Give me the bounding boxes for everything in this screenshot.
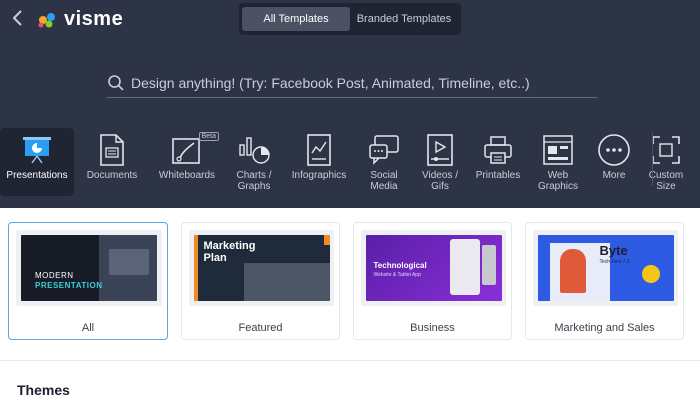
thumb-subtitle: Website & Tablet App [373,272,421,278]
category-divider [652,132,653,186]
category-social-media[interactable]: Social Media [354,128,414,196]
search-input[interactable]: Design anything! (Try: Facebook Post, An… [107,68,597,98]
document-icon [98,130,126,170]
branded-templates-tab[interactable]: Branded Templates [350,7,458,31]
search-placeholder: Design anything! (Try: Facebook Post, An… [131,74,530,91]
category-bar: Presentations Documents Beta Whiteboards… [0,128,700,196]
thumb-title: Byte [599,243,628,258]
card-business[interactable]: Technological Website & Tablet App Busin… [353,222,512,340]
category-label: Documents [86,170,138,181]
thumbnail-image: MODERN PRESENTATION [21,235,157,301]
thumb-title: Marketing [203,240,256,252]
template-cards: MODERN PRESENTATION All Marketing Plan F… [0,208,700,348]
card-marketing-and-sales[interactable]: Byte Tech Fest 7.0 Marketing and Sales [525,222,684,340]
card-thumbnail: Byte Tech Fest 7.0 [533,230,678,306]
thumb-title: Technological [373,261,427,270]
web-graphics-icon [542,130,574,170]
card-thumbnail: Marketing Plan [189,230,334,306]
category-label: Social Media [370,170,398,192]
presentation-icon [22,130,52,170]
category-documents[interactable]: Documents [74,128,150,196]
category-label: Presentations [6,170,68,181]
custom-size-icon [650,130,682,170]
logo-text: visme [64,8,124,30]
category-custom-size[interactable]: Custom Size [642,128,690,196]
beta-badge: Beta [198,132,219,141]
section-divider [0,360,700,361]
thumbnail-image: Marketing Plan [193,235,330,301]
thumb-subtitle: PRESENTATION [35,281,103,290]
all-templates-tab[interactable]: All Templates [242,7,350,31]
category-printables[interactable]: Printables [466,128,530,196]
visme-logo-icon [38,12,55,27]
back-arrow-icon[interactable] [10,8,26,28]
category-charts-graphs[interactable]: Charts / Graphs [224,128,284,196]
card-featured[interactable]: Marketing Plan Featured [181,222,340,340]
template-toggle: All Templates Branded Templates [239,3,461,35]
card-label: Featured [238,322,283,334]
top-bar: visme All Templates Branded Templates De… [0,0,700,208]
category-web-graphics[interactable]: Web Graphics [530,128,586,196]
infographic-icon [305,130,333,170]
category-presentations[interactable]: Presentations [0,128,74,196]
card-thumbnail: MODERN PRESENTATION [16,230,162,306]
card-thumbnail: Technological Website & Tablet App [361,230,506,306]
category-more[interactable]: More [586,128,642,196]
category-label: Web Graphics [537,170,578,192]
category-label: Custom Size [648,170,684,192]
social-media-icon [367,130,401,170]
search-icon [108,74,124,91]
card-all[interactable]: MODERN PRESENTATION All [8,222,168,340]
video-icon [425,130,455,170]
thumb-subtitle: Plan [203,252,227,264]
thumb-title: MODERN [35,271,74,280]
category-label: Printables [475,170,521,181]
category-whiteboards[interactable]: Beta Whiteboards [150,128,224,196]
visme-logo[interactable]: visme [35,8,123,31]
card-label: Business [410,322,455,334]
thumbnail-image: Byte Tech Fest 7.0 [537,235,674,301]
thumbnail-image: Technological Website & Tablet App [365,235,502,301]
chart-icon [237,130,271,170]
category-infographics[interactable]: Infographics [284,128,354,196]
thumb-subtitle: Tech Fest 7.0 [599,259,630,265]
category-label: Charts / Graphs [236,170,272,192]
card-label: All [81,322,95,334]
category-label: Whiteboards [158,170,216,181]
themes-heading: Themes [17,382,70,398]
category-label: Videos / Gifs [422,170,458,192]
category-label: Infographics [291,170,347,181]
printer-icon [482,130,514,170]
more-icon [597,130,631,170]
category-label: More [602,170,626,181]
card-label: Marketing and Sales [554,322,655,334]
category-videos-gifs[interactable]: Videos / Gifs [414,128,466,196]
